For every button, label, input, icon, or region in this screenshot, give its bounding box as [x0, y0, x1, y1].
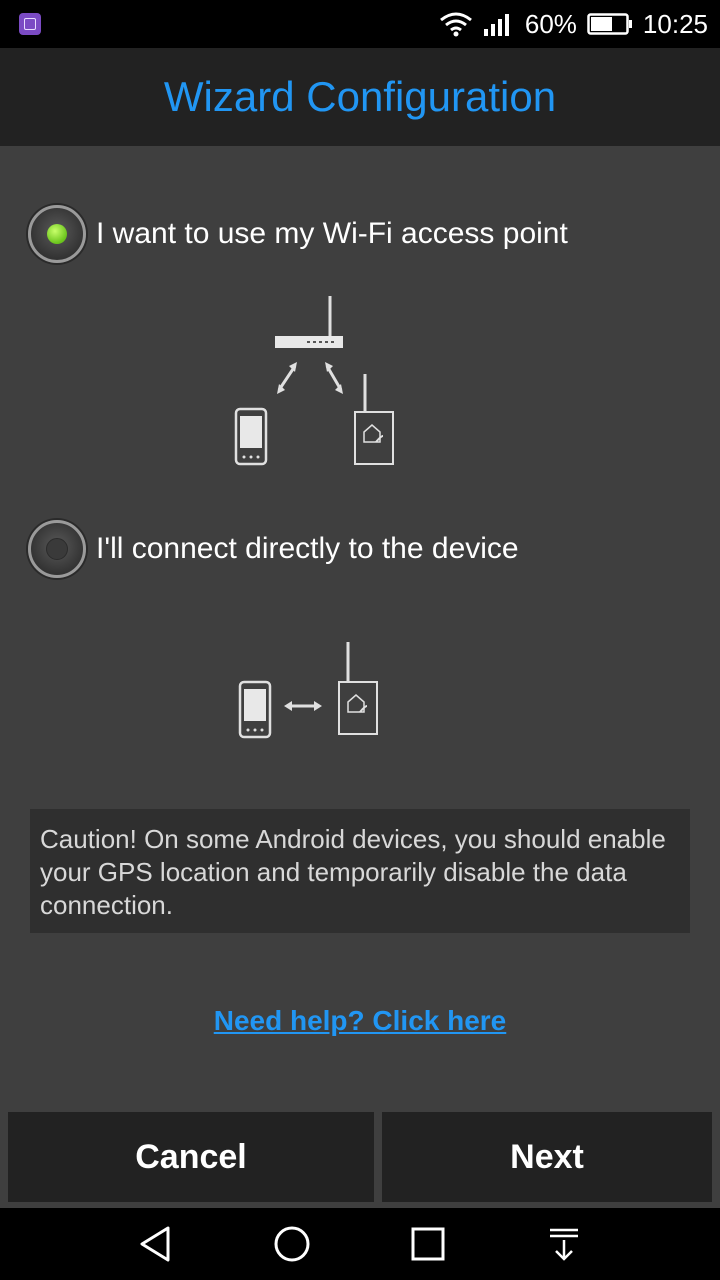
title-bar: Wizard Configuration — [0, 48, 720, 146]
option-direct-label: I'll connect directly to the device — [96, 532, 519, 565]
notification-pull-icon[interactable] — [544, 1224, 584, 1264]
radio-button-direct[interactable] — [28, 520, 86, 578]
battery-icon — [587, 13, 632, 35]
battery-percent: 60% — [524, 8, 577, 39]
radio-selected-dot — [47, 224, 67, 244]
status-bar: 60% 10:25 — [0, 0, 720, 48]
radio-button-wifi[interactable] — [28, 205, 86, 263]
option-direct-connect[interactable]: I'll connect directly to the device — [28, 520, 519, 578]
system-navigation-bar — [0, 1208, 720, 1280]
clock: 10:25 — [642, 8, 708, 39]
back-icon[interactable] — [136, 1224, 176, 1264]
option-wifi-label: I want to use my Wi-Fi access point — [96, 217, 568, 250]
recents-icon[interactable] — [408, 1224, 448, 1264]
cancel-button[interactable]: Cancel — [8, 1112, 374, 1202]
home-icon[interactable] — [272, 1224, 312, 1264]
caution-message: Caution! On some Android devices, you sh… — [30, 809, 690, 933]
radio-unselected-dot — [46, 538, 68, 560]
wifi-icon — [439, 12, 472, 37]
gallery-icon — [19, 13, 41, 35]
status-indicators: 60% 10:25 — [439, 0, 708, 48]
help-link[interactable]: Need help? Click here — [0, 1005, 720, 1037]
next-button[interactable]: Next — [382, 1112, 712, 1202]
wifi-router-diagram-icon — [234, 296, 394, 466]
direct-connection-diagram-icon — [238, 642, 378, 739]
signal-icon — [483, 14, 509, 36]
page-title: Wizard Configuration — [163, 73, 557, 120]
option-wifi-access-point[interactable]: I want to use my Wi-Fi access point — [28, 205, 568, 263]
